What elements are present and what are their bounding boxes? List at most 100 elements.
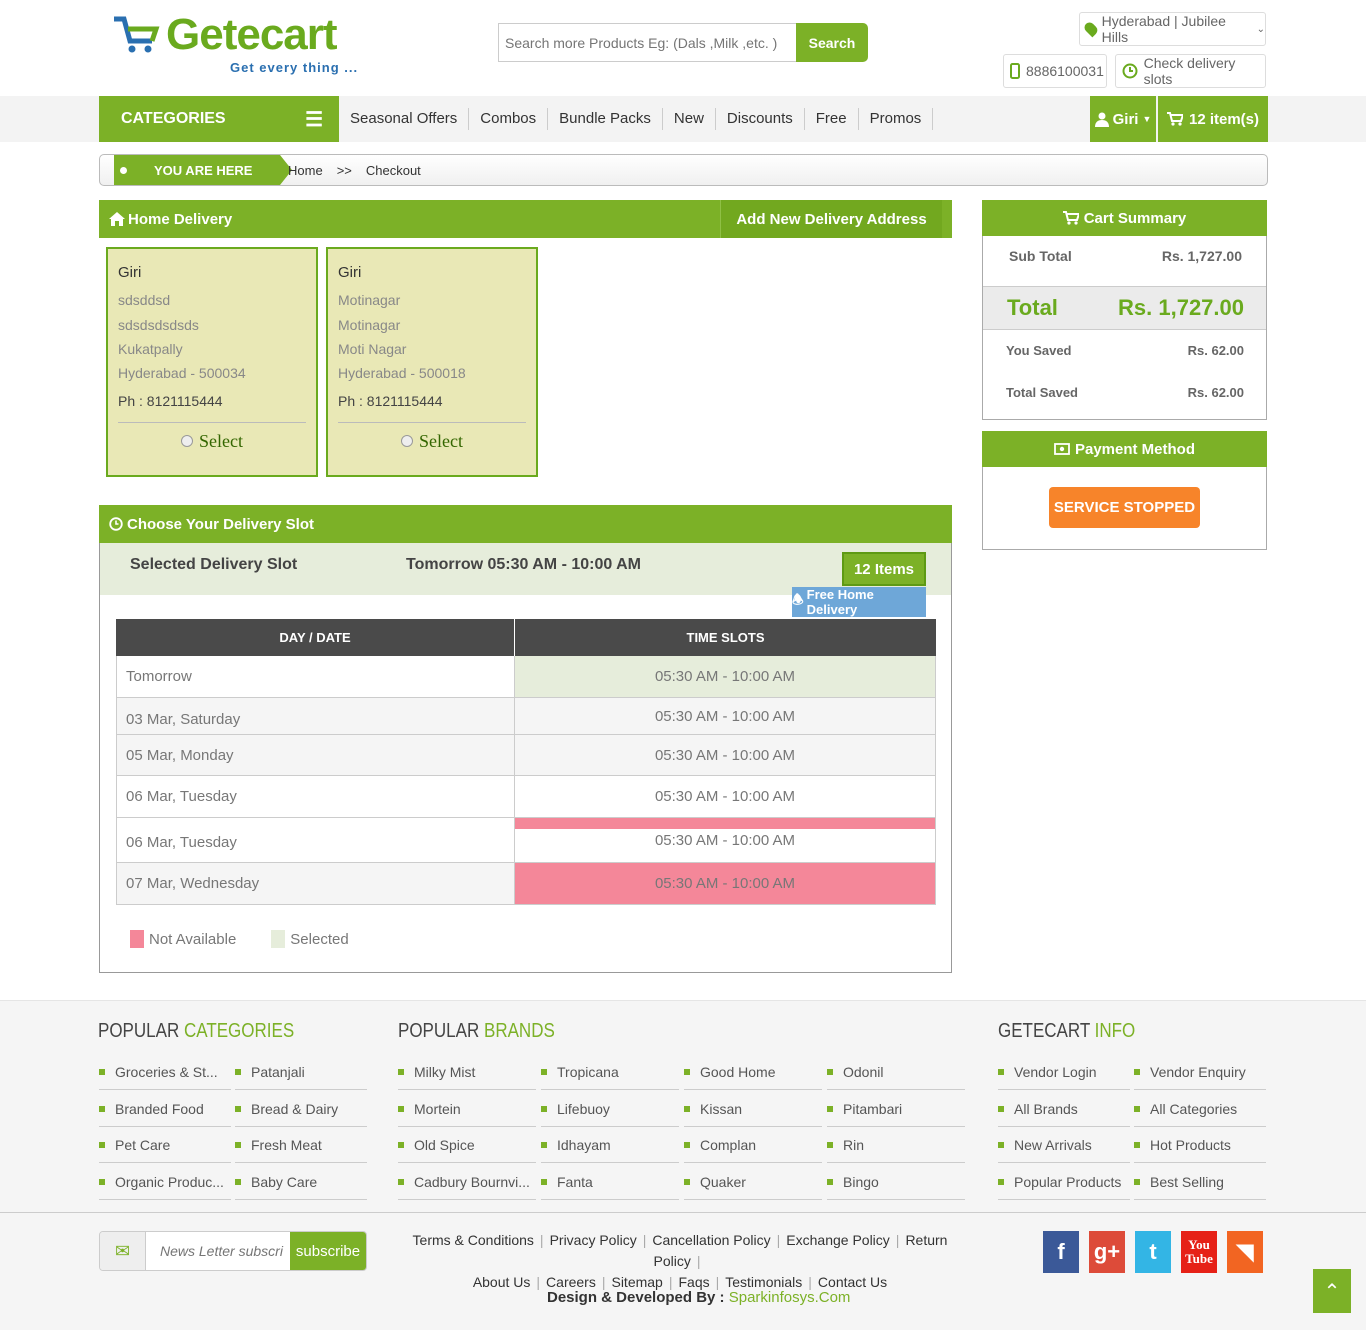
footer-link[interactable]: Quaker bbox=[684, 1164, 822, 1200]
footer-link[interactable]: Vendor Enquiry bbox=[1134, 1054, 1266, 1090]
bullet-icon bbox=[1134, 1105, 1140, 1112]
nav-seasonal-offers[interactable]: Seasonal Offers bbox=[339, 108, 470, 130]
footer-link[interactable]: Pitambari bbox=[827, 1091, 965, 1127]
footer-link[interactable]: Old Spice bbox=[398, 1127, 536, 1163]
location-selector[interactable]: Hyderabad | Jubilee Hills ⌄ bbox=[1079, 12, 1266, 46]
day-cell: 06 Mar, Tuesday bbox=[116, 818, 515, 862]
policy-link[interactable]: About Us bbox=[473, 1274, 531, 1290]
table-row[interactable]: 07 Mar, Wednesday 05:30 AM - 10:00 AM bbox=[116, 863, 936, 905]
time-slot-cell[interactable]: 05:30 AM - 10:00 AM bbox=[515, 698, 936, 734]
footer-link[interactable]: Good Home bbox=[684, 1054, 822, 1090]
footer-link[interactable]: All Brands bbox=[998, 1091, 1130, 1127]
policy-link[interactable]: Faqs bbox=[678, 1274, 709, 1290]
footer-link[interactable]: Odonil bbox=[827, 1054, 965, 1090]
footer-link[interactable]: Bingo bbox=[827, 1164, 965, 1200]
cart-count: 12 item(s) bbox=[1188, 110, 1260, 128]
check-delivery-slots-link[interactable]: Check delivery slots bbox=[1115, 54, 1266, 88]
policy-link[interactable]: Contact Us bbox=[818, 1274, 887, 1290]
rss-icon[interactable]: ◥ bbox=[1227, 1231, 1263, 1273]
footer-link[interactable]: Vendor Login bbox=[998, 1054, 1130, 1090]
footer-link[interactable]: Pet Care bbox=[99, 1127, 231, 1163]
bullet-icon bbox=[99, 1141, 105, 1148]
footer-link-label: Quaker bbox=[700, 1173, 746, 1190]
address-card[interactable]: Giri sdsddsd sdsdsdsdsds Kukatpally Hyde… bbox=[106, 247, 318, 477]
table-row[interactable]: 06 Mar, Tuesday 05:30 AM - 10:00 AM bbox=[116, 818, 936, 863]
table-row[interactable]: 05 Mar, Monday 05:30 AM - 10:00 AM bbox=[116, 735, 936, 776]
nav-bundle-packs[interactable]: Bundle Packs bbox=[548, 108, 663, 130]
footer-link[interactable]: Milky Mist bbox=[398, 1054, 536, 1090]
not-available-swatch bbox=[130, 930, 144, 948]
facebook-icon[interactable]: f bbox=[1043, 1231, 1079, 1273]
nav-promos[interactable]: Promos bbox=[859, 108, 934, 130]
newsletter-input[interactable] bbox=[146, 1232, 290, 1270]
radio-icon[interactable] bbox=[401, 434, 413, 447]
nav-discounts[interactable]: Discounts bbox=[716, 108, 805, 130]
cart-summary-title: Cart Summary bbox=[1083, 209, 1187, 227]
caret-down-icon: ▼ bbox=[1142, 114, 1152, 124]
footer-link[interactable]: Bread & Dairy bbox=[235, 1091, 367, 1127]
footer-link[interactable]: Fanta bbox=[541, 1164, 679, 1200]
footer-link[interactable]: Cadbury Bournvi... bbox=[398, 1164, 536, 1200]
bullet-icon bbox=[99, 1068, 105, 1075]
service-stopped-button[interactable]: SERVICE STOPPED bbox=[1049, 487, 1200, 528]
items-count-button[interactable]: 12 Items bbox=[842, 552, 926, 586]
footer-link[interactable]: Organic Produc... bbox=[99, 1164, 231, 1200]
policy-link[interactable]: Cancellation Policy bbox=[652, 1232, 770, 1248]
site-logo[interactable]: Getecart Get every thing ... bbox=[112, 10, 362, 80]
footer-link[interactable]: Baby Care bbox=[235, 1164, 367, 1200]
nav-combos[interactable]: Combos bbox=[469, 108, 549, 130]
footer-link[interactable]: Groceries & St... bbox=[99, 1054, 231, 1090]
credit-link[interactable]: Sparkinfosys.Com bbox=[729, 1289, 851, 1306]
footer-link[interactable]: Branded Food bbox=[99, 1091, 231, 1127]
search-button[interactable]: Search bbox=[796, 23, 868, 62]
google-plus-icon[interactable]: g+ bbox=[1089, 1231, 1125, 1273]
footer-link[interactable]: Tropicana bbox=[541, 1054, 679, 1090]
cart-button[interactable]: 12 item(s) bbox=[1158, 96, 1268, 142]
policy-link[interactable]: Testimonials bbox=[725, 1274, 802, 1290]
nav-new[interactable]: New bbox=[663, 108, 716, 130]
nav-free[interactable]: Free bbox=[805, 108, 859, 130]
categories-menu-button[interactable]: CATEGORIES ☰ bbox=[99, 96, 339, 142]
time-slot-cell[interactable]: 05:30 AM - 10:00 AM bbox=[515, 735, 936, 775]
footer-link[interactable]: Rin bbox=[827, 1127, 965, 1163]
footer-link[interactable]: Hot Products bbox=[1134, 1127, 1266, 1163]
bullet-icon bbox=[541, 1105, 547, 1112]
footer-link[interactable]: Patanjali bbox=[235, 1054, 367, 1090]
search-input[interactable] bbox=[498, 23, 796, 62]
policy-link[interactable]: Privacy Policy bbox=[550, 1232, 637, 1248]
table-row[interactable]: 06 Mar, Tuesday 05:30 AM - 10:00 AM bbox=[116, 776, 936, 818]
address-select-radio[interactable]: Select bbox=[118, 429, 306, 453]
twitter-icon[interactable]: t bbox=[1135, 1231, 1171, 1273]
footer-link[interactable]: Mortein bbox=[398, 1091, 536, 1127]
footer-link[interactable]: Lifebuoy bbox=[541, 1091, 679, 1127]
policy-link[interactable]: Sitemap bbox=[611, 1274, 662, 1290]
footer-link[interactable]: All Categories bbox=[1134, 1091, 1266, 1127]
phone-contact[interactable]: 8886100031 bbox=[1003, 54, 1107, 88]
footer-link[interactable]: Complan bbox=[684, 1127, 822, 1163]
shopping-cart-icon bbox=[1062, 211, 1079, 225]
policy-link[interactable]: Careers bbox=[546, 1274, 596, 1290]
address-card[interactable]: Giri Motinagar Motinagar Moti Nagar Hyde… bbox=[326, 247, 538, 477]
heading-accent: INFO bbox=[1094, 1020, 1136, 1042]
time-slot-cell[interactable]: 05:30 AM - 10:00 AM bbox=[515, 656, 936, 697]
user-menu-button[interactable]: Giri ▼ bbox=[1090, 96, 1156, 142]
time-slot-cell[interactable]: 05:30 AM - 10:00 AM bbox=[515, 818, 936, 862]
radio-icon[interactable] bbox=[181, 434, 193, 447]
address-select-radio[interactable]: Select bbox=[338, 429, 526, 453]
footer-link[interactable]: Popular Products bbox=[998, 1164, 1130, 1200]
scroll-to-top-button[interactable]: ⌃ bbox=[1313, 1269, 1351, 1313]
youtube-icon[interactable]: You Tube bbox=[1181, 1231, 1217, 1273]
footer-link[interactable]: Kissan bbox=[684, 1091, 822, 1127]
table-row[interactable]: Tomorrow 05:30 AM - 10:00 AM bbox=[116, 656, 936, 698]
add-new-address-button[interactable]: Add New Delivery Address bbox=[720, 200, 942, 238]
footer-link[interactable]: Fresh Meat bbox=[235, 1127, 367, 1163]
footer-link[interactable]: New Arrivals bbox=[998, 1127, 1130, 1163]
time-slot-cell[interactable]: 05:30 AM - 10:00 AM bbox=[515, 776, 936, 817]
table-row[interactable]: 03 Mar, Saturday 05:30 AM - 10:00 AM bbox=[116, 698, 936, 735]
policy-link[interactable]: Terms & Conditions bbox=[413, 1232, 534, 1248]
subscribe-button[interactable]: subscribe bbox=[290, 1232, 366, 1270]
policy-link[interactable]: Exchange Policy bbox=[786, 1232, 890, 1248]
footer-link[interactable]: Best Selling bbox=[1134, 1164, 1266, 1200]
footer-link[interactable]: Idhayam bbox=[541, 1127, 679, 1163]
breadcrumb-home[interactable]: Home bbox=[288, 163, 323, 178]
